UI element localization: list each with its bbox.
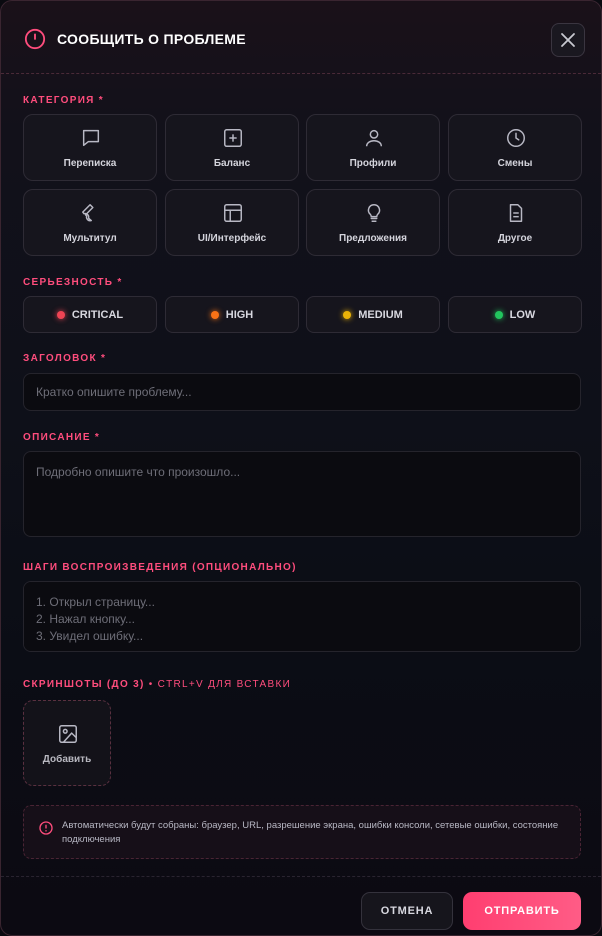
plus-square-icon	[224, 129, 242, 147]
chat-icon	[82, 129, 100, 147]
category-label-suggestions: Предложения	[339, 233, 407, 244]
category-option-chat[interactable]: Переписка	[23, 114, 157, 181]
category-option-multitool[interactable]: Мультитул	[23, 189, 157, 256]
category-label-multitool: Мультитул	[63, 233, 117, 244]
severity-option-label: LOW	[509, 308, 536, 321]
modal-header: СООБЩИТЬ О ПРОБЛЕМЕ	[1, 1, 601, 74]
category-option-balance[interactable]: Баланс	[165, 114, 299, 181]
category-option-other[interactable]: Другое	[448, 189, 582, 256]
alert-circle-icon	[24, 28, 46, 50]
submit-button[interactable]: ОТПРАВИТЬ	[463, 892, 581, 930]
severity-option-label: HIGH	[225, 308, 254, 321]
severity-dot	[56, 310, 65, 319]
screenshots-label: СКРИНШОТЫ (ДО 3) • CTRL+V ДЛЯ ВСТАВКИ	[23, 679, 291, 690]
title-input[interactable]	[23, 373, 581, 411]
severity-option-high[interactable]: HIGH	[165, 296, 299, 333]
screenshots-paste-hint: • CTRL+V ДЛЯ ВСТАВКИ	[144, 679, 292, 690]
category-label-other: Другое	[497, 233, 533, 244]
severity-option-low[interactable]: LOW	[448, 296, 582, 333]
screenshots-label-text: СКРИНШОТЫ (ДО 3)	[23, 679, 145, 690]
image-icon	[59, 725, 77, 743]
severity-option-label: CRITICAL	[71, 308, 124, 321]
modal-title: СООБЩИТЬ О ПРОБЛЕМЕ	[57, 31, 246, 47]
add-screenshot-label: Добавить	[42, 754, 92, 765]
category-label-chat: Переписка	[63, 158, 117, 169]
severity-option-medium[interactable]: MEDIUM	[306, 296, 440, 333]
auto-collect-text: Автоматически будут собраны: браузер, UR…	[62, 820, 559, 845]
clock-icon	[507, 129, 525, 147]
cancel-button[interactable]: ОТМЕНА	[361, 892, 453, 930]
title-field-label: ЗАГОЛОВОК *	[23, 353, 107, 364]
close-icon	[561, 33, 575, 47]
severity-option-critical[interactable]: CRITICAL	[23, 296, 157, 333]
severity-option-label: MEDIUM	[358, 308, 403, 321]
auto-collect-notice: Автоматически будут собраны: браузер, UR…	[23, 805, 581, 859]
steps-textarea[interactable]	[23, 581, 581, 652]
close-button[interactable]	[551, 23, 585, 57]
add-screenshot-button[interactable]: Добавить	[23, 700, 111, 786]
severity-dot	[494, 310, 503, 319]
category-label-balance: Баланс	[213, 158, 251, 169]
description-textarea[interactable]	[23, 451, 581, 537]
description-field-label: ОПИСАНИЕ *	[23, 432, 101, 443]
severity-label: СЕРЬЕЗНОСТЬ *	[23, 277, 123, 288]
lightbulb-icon	[367, 204, 381, 222]
file-icon	[509, 204, 523, 222]
category-label-profiles: Профили	[349, 158, 397, 169]
severity-dot	[210, 310, 219, 319]
category-option-shifts[interactable]: Смены	[448, 114, 582, 181]
category-label-ui: UI/Интерфейс	[197, 233, 267, 244]
user-icon	[365, 129, 383, 147]
category-option-ui[interactable]: UI/Интерфейс	[165, 189, 299, 256]
category-option-profiles[interactable]: Профили	[306, 114, 440, 181]
category-option-suggestions[interactable]: Предложения	[306, 189, 440, 256]
category-label: КАТЕГОРИЯ *	[23, 95, 104, 106]
report-problem-modal: СООБЩИТЬ О ПРОБЛЕМЕ КАТЕГОРИЯ * Переписк…	[0, 0, 602, 936]
steps-field-label: ШАГИ ВОСПРОИЗВЕДЕНИЯ (ОПЦИОНАЛЬНО)	[23, 562, 297, 573]
layout-icon	[224, 204, 242, 222]
wrench-icon	[82, 204, 94, 222]
category-label-shifts: Смены	[497, 158, 533, 169]
category-grid: Переписка Баланс Профили Смены Мультитул…	[23, 114, 582, 257]
severity-dot	[343, 310, 352, 319]
info-icon	[39, 821, 53, 835]
